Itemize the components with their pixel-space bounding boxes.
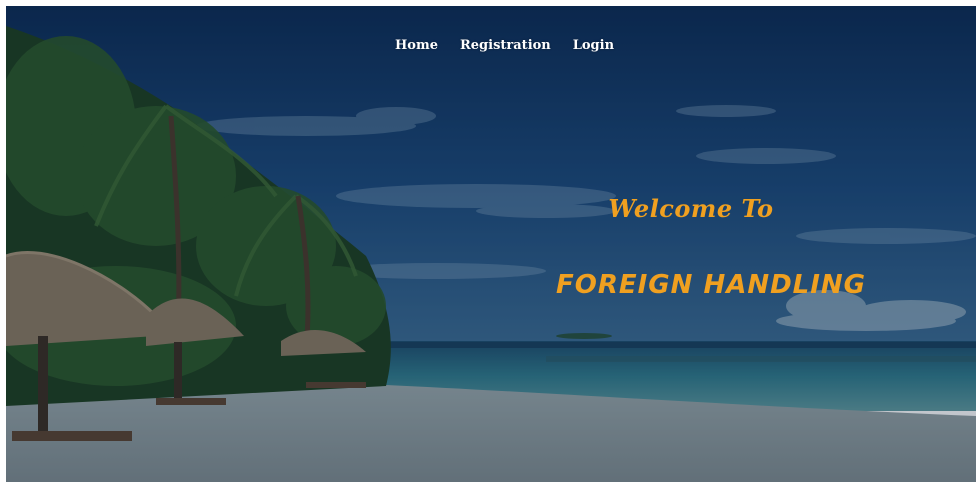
nav-home-link[interactable]: Home — [395, 36, 438, 56]
top-nav: Home Registration Login — [395, 36, 614, 56]
site-title: FOREIGN HANDLING — [555, 270, 867, 300]
nav-registration-link[interactable]: Registration — [460, 36, 551, 56]
nav-login-link[interactable]: Login — [573, 36, 614, 56]
beach-background-image — [6, 6, 976, 482]
welcome-heading: Welcome To — [608, 194, 774, 223]
hero-section: Home Registration Login Welcome To FOREI… — [6, 6, 976, 482]
